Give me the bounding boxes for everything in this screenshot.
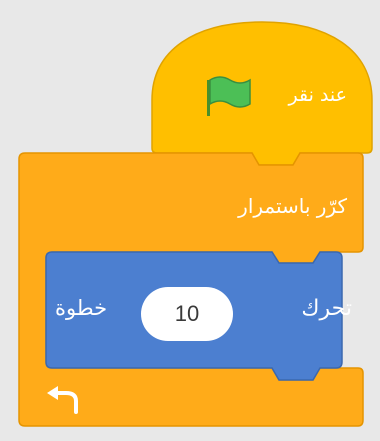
forever-top-click-target[interactable] [19,153,363,252]
script-stage: عند نقر كرّر باستمرار تحرك 10 خطوة [0,0,380,441]
move-block-click-target[interactable] [46,252,342,368]
hat-block-click-target[interactable] [152,22,372,153]
forever-bottom-click-target[interactable] [19,368,363,426]
